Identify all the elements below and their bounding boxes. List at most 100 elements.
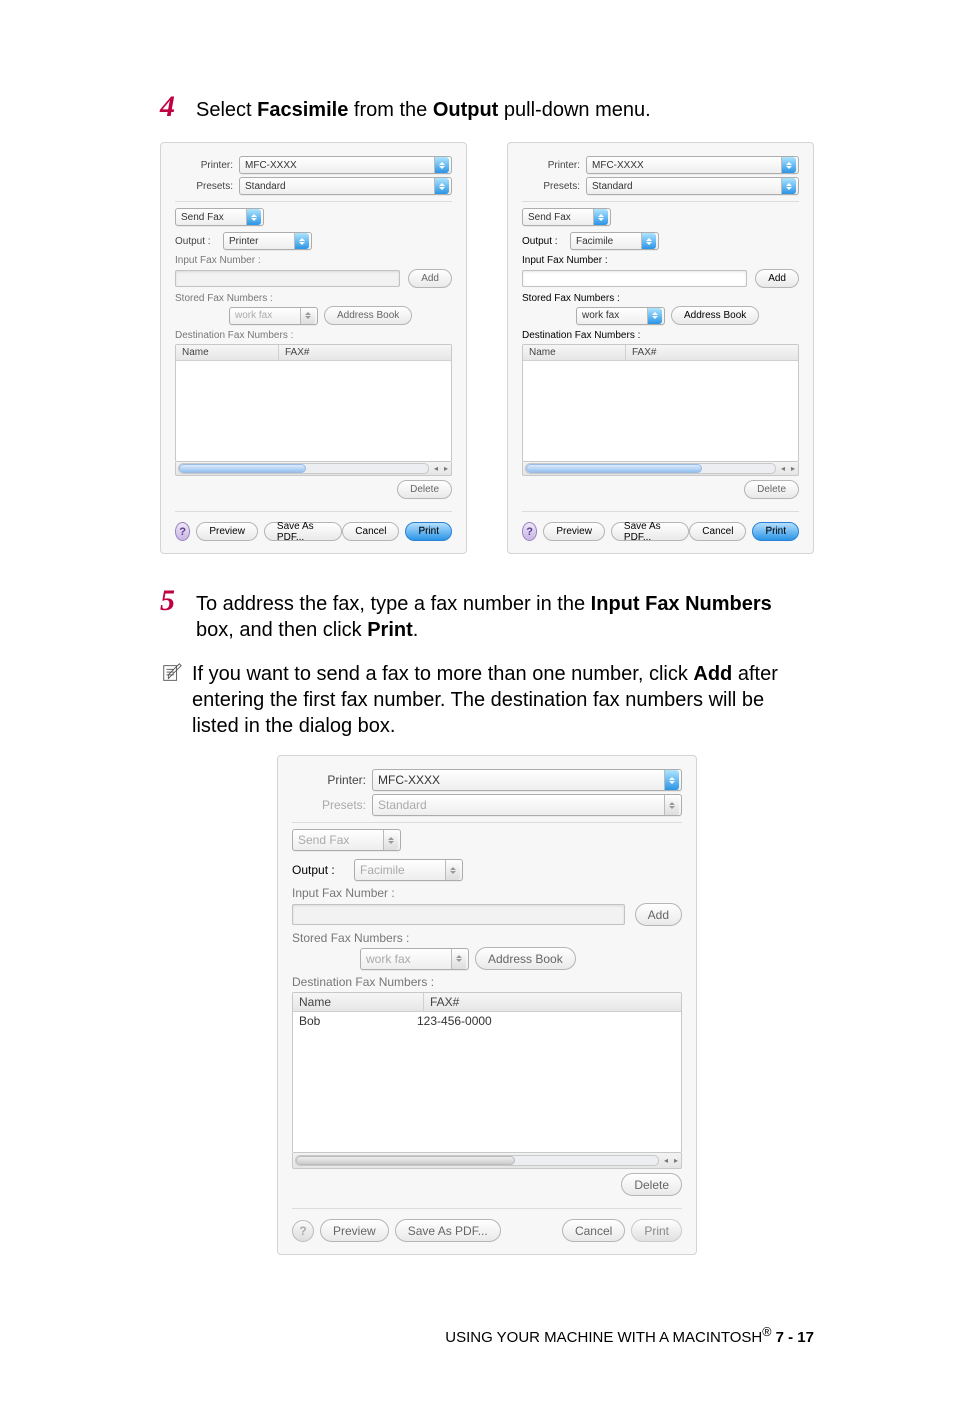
cancel-button[interactable]: Cancel [342, 522, 399, 541]
stored-select[interactable]: work fax [576, 307, 665, 325]
chevron-updown-icon [641, 233, 656, 249]
output-select[interactable]: Printer [223, 232, 312, 250]
output-value: Facimile [360, 863, 405, 877]
dest-table: Name FAX# Bob 123-456-0000 [292, 992, 682, 1153]
table-scrollbar[interactable]: ◂ ▸ [522, 462, 799, 476]
scroll-right-icon[interactable]: ▸ [671, 1156, 681, 1165]
input-fax-field[interactable] [292, 904, 625, 925]
delete-button[interactable]: Delete [621, 1173, 682, 1196]
help-icon[interactable]: ? [175, 522, 190, 541]
presets-select[interactable]: Standard [239, 177, 452, 195]
scroll-left-icon[interactable]: ◂ [661, 1156, 671, 1165]
step4-text: Select Facsimile from the Output pull-do… [196, 97, 651, 123]
presets-select[interactable]: Standard [586, 177, 799, 195]
address-book-button[interactable]: Address Book [324, 306, 412, 325]
presets-value: Standard [245, 181, 286, 192]
add-button[interactable]: Add [408, 269, 452, 288]
dialog-footer: ? Preview Save As PDF... Cancel Print [175, 511, 452, 541]
stored-value: work fax [582, 310, 619, 321]
table-row[interactable]: Bob 123-456-0000 [293, 1012, 681, 1030]
preview-button[interactable]: Preview [320, 1219, 389, 1242]
pane-tab-select[interactable]: Send Fax [175, 208, 264, 226]
presets-select[interactable]: Standard [372, 794, 682, 816]
footer-text: USING YOUR MACHINE WITH A MACINTOSH [445, 1329, 762, 1346]
row-name: Bob [299, 1014, 417, 1028]
printer-label: Printer: [292, 773, 366, 787]
chevron-updown-icon [383, 830, 398, 850]
cancel-button[interactable]: Cancel [562, 1219, 625, 1242]
table-scrollbar[interactable]: ◂ ▸ [175, 462, 452, 476]
printer-select[interactable]: MFC-XXXX [239, 156, 452, 174]
print-button[interactable]: Print [752, 522, 799, 541]
help-icon[interactable]: ? [292, 1220, 314, 1242]
add-button[interactable]: Add [635, 903, 682, 926]
stored-select[interactable]: work fax [360, 948, 469, 970]
presets-label: Presets: [522, 181, 580, 192]
stored-select[interactable]: work fax [229, 307, 318, 325]
add-button[interactable]: Add [755, 269, 799, 288]
scroll-right-icon[interactable]: ▸ [788, 464, 798, 473]
input-fax-field[interactable] [175, 270, 400, 287]
output-select[interactable]: Facimile [354, 859, 463, 881]
pane-tab-value: Send Fax [298, 833, 349, 847]
step5-number: 5 [160, 584, 196, 618]
dest-table-body [523, 361, 798, 461]
output-label: Output : [175, 236, 223, 247]
table-scrollbar[interactable]: ◂ ▸ [292, 1153, 682, 1169]
output-select[interactable]: Facimile [570, 232, 659, 250]
scroll-left-icon[interactable]: ◂ [431, 464, 441, 473]
col-name: Name [293, 993, 424, 1011]
dest-fax-label: Destination Fax Numbers : [522, 330, 799, 341]
dest-table: Name FAX# [522, 344, 799, 462]
printer-select[interactable]: MFC-XXXX [586, 156, 799, 174]
scroll-left-icon[interactable]: ◂ [778, 464, 788, 473]
chevron-updown-icon [246, 209, 261, 225]
save-pdf-button[interactable]: Save As PDF... [264, 522, 342, 541]
presets-label: Presets: [292, 798, 366, 812]
printer-select[interactable]: MFC-XXXX [372, 769, 682, 791]
save-pdf-button[interactable]: Save As PDF... [611, 522, 689, 541]
input-fax-label: Input Fax Number : [292, 886, 682, 900]
note-bold1: Add [693, 663, 732, 685]
note-text-pre: If you want to send a fax to more than o… [192, 663, 693, 685]
chevron-updown-icon [664, 795, 679, 815]
stored-fax-label: Stored Fax Numbers : [175, 293, 452, 304]
dialog-footer: ? Preview Save As PDF... Cancel Print [522, 511, 799, 541]
stored-value: work fax [366, 952, 411, 966]
dialog-after: Printer: MFC-XXXX Presets: Standard Send… [507, 142, 814, 554]
printer-value: MFC-XXXX [245, 160, 297, 171]
chevron-updown-icon [647, 308, 662, 324]
dest-fax-label: Destination Fax Numbers : [175, 330, 452, 341]
delete-button[interactable]: Delete [397, 480, 452, 499]
step4-text-pre: Select [196, 99, 257, 121]
col-fax: FAX# [626, 345, 798, 360]
dest-fax-label: Destination Fax Numbers : [292, 975, 682, 989]
chevron-updown-icon [434, 178, 449, 194]
help-icon[interactable]: ? [522, 522, 537, 541]
dest-table-body [176, 361, 451, 461]
scroll-right-icon[interactable]: ▸ [441, 464, 451, 473]
pane-tab-select[interactable]: Send Fax [292, 829, 401, 851]
address-book-button[interactable]: Address Book [671, 306, 759, 325]
dialog-before: Printer: MFC-XXXX Presets: Standard Send… [160, 142, 467, 554]
print-button[interactable]: Print [631, 1219, 682, 1242]
output-value: Facimile [576, 236, 613, 247]
pane-tab-select[interactable]: Send Fax [522, 208, 611, 226]
step5-text-pre: To address the fax, type a fax number in… [196, 593, 591, 615]
stored-fax-label: Stored Fax Numbers : [522, 293, 799, 304]
print-button[interactable]: Print [405, 522, 452, 541]
chevron-updown-icon [781, 157, 796, 173]
delete-button[interactable]: Delete [744, 480, 799, 499]
row-fax: 123-456-0000 [417, 1014, 492, 1028]
address-book-button[interactable]: Address Book [475, 947, 576, 970]
input-fax-field[interactable] [522, 270, 747, 287]
chevron-updown-icon [781, 178, 796, 194]
preview-button[interactable]: Preview [543, 522, 605, 541]
cancel-button[interactable]: Cancel [689, 522, 746, 541]
preview-button[interactable]: Preview [196, 522, 258, 541]
chevron-updown-icon [445, 860, 460, 880]
printer-label: Printer: [522, 160, 580, 171]
save-pdf-button[interactable]: Save As PDF... [395, 1219, 501, 1242]
chevron-updown-icon [451, 949, 466, 969]
step4-dialogs-row: Printer: MFC-XXXX Presets: Standard Send… [160, 142, 814, 554]
